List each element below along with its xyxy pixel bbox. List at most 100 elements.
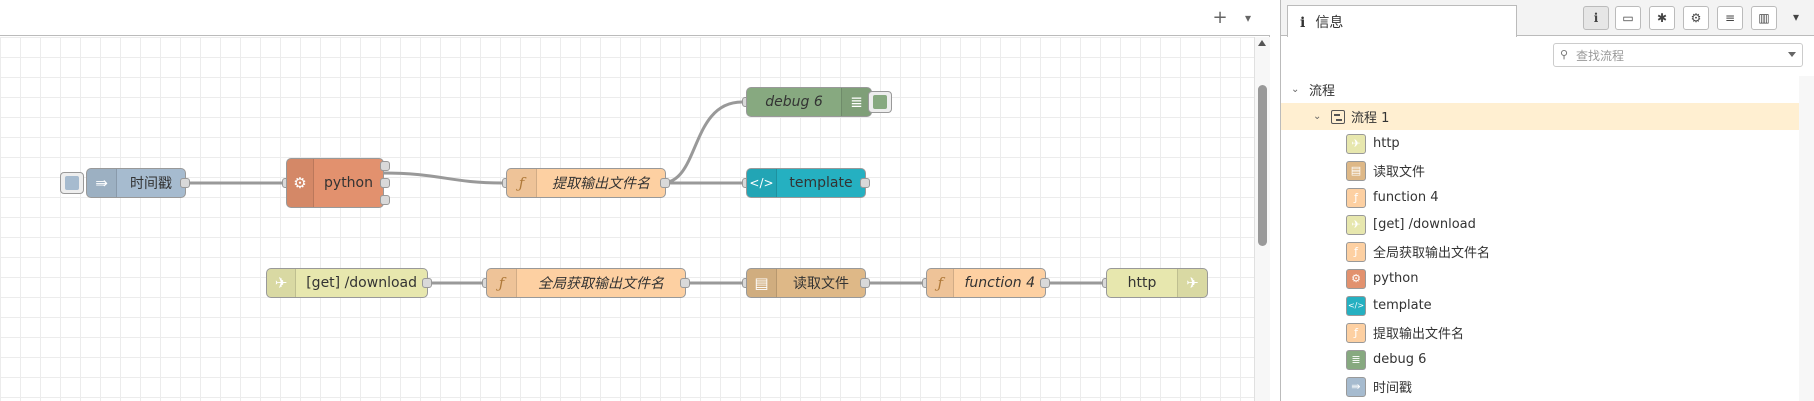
node-extract-filename[interactable]: ƒ 提取输出文件名 (506, 168, 666, 198)
flow-canvas[interactable]: ⇛ 时间戳 ⚙ python ƒ 提取输出文件名 debug 6 ≣ </> t… (0, 37, 1254, 401)
inject-icon: ⇛ (1346, 376, 1366, 397)
tree-node-item[interactable]: ⚙ python (1281, 265, 1814, 292)
tree-node-label: 提取输出文件名 (1373, 327, 1465, 342)
config-tab-button[interactable]: ⚙ (1683, 6, 1709, 30)
sidebar-tabs: i 信息 i ▭ ✱ ⚙ ≡ ▥ ▾ (1281, 0, 1814, 37)
chevron-down-icon[interactable]: ⌄ (1313, 111, 1323, 122)
flow-tree: ⌄ 流程 ⌄ 流程 1 ✈ http ▤ 读取文件 ƒ function 4 ✈ [get] … (1281, 76, 1814, 400)
template-icon: </> (1346, 295, 1366, 316)
function-icon: ƒ (1346, 322, 1366, 343)
info-icon: i (1300, 15, 1306, 31)
output-port[interactable] (680, 278, 690, 288)
function-icon: ƒ (927, 269, 955, 297)
tree-node-label: http (1373, 136, 1400, 151)
node-label: 全局获取输出文件名 (538, 276, 664, 292)
database-icon: ≡ (1724, 11, 1736, 25)
workspace: + ▾ ⇛ 时间戳 ⚙ python ƒ 提取输出文件名 debug 6 ≣ <… (0, 0, 1270, 401)
http-icon: ✈ (1346, 214, 1366, 235)
canvas-scrollbar[interactable] (1254, 37, 1270, 401)
output-port[interactable] (860, 178, 870, 188)
node-http-response[interactable]: http ✈ (1106, 268, 1208, 298)
debug-toggle-button[interactable] (868, 91, 892, 113)
node-timestamp[interactable]: ⇛ 时间戳 (86, 168, 186, 198)
wire[interactable] (661, 100, 743, 185)
tree-node-item[interactable]: </> template (1281, 292, 1814, 319)
dashboard-tab-button[interactable]: ▥ (1751, 6, 1777, 30)
output-port[interactable] (180, 178, 190, 188)
chevron-down-icon[interactable] (1788, 52, 1796, 57)
inject-trigger-button[interactable] (60, 172, 84, 194)
context-tab-button[interactable]: ≡ (1717, 6, 1743, 30)
tree-root[interactable]: ⌄ 流程 (1281, 76, 1814, 103)
sidebar-menu-button[interactable]: ▾ (1785, 6, 1807, 30)
flow-icon (1331, 109, 1345, 124)
add-flow-button[interactable]: + (1208, 6, 1232, 30)
function-icon: ƒ (487, 269, 517, 297)
tree-node-item[interactable]: ≣ debug 6 (1281, 346, 1814, 373)
node-label: 提取输出文件名 (552, 176, 650, 192)
node-label: python (324, 175, 373, 191)
file-icon: ▤ (747, 269, 777, 297)
function-icon: ƒ (1346, 241, 1366, 262)
node-read-file[interactable]: ▤ 读取文件 (746, 268, 866, 298)
wire[interactable] (381, 171, 503, 185)
tree-root-label: 流程 (1309, 84, 1336, 99)
output-port-3[interactable] (380, 195, 390, 205)
output-port[interactable] (660, 178, 670, 188)
gear-icon: ⚙ (1690, 11, 1702, 25)
search-icon: ⚲ (1560, 48, 1569, 61)
tree-flow-label: 流程 1 (1351, 111, 1390, 126)
node-global-get-filename[interactable]: ƒ 全局获取输出文件名 (486, 268, 686, 298)
inject-icon: ⇛ (87, 169, 117, 197)
tree-items: ✈ http ▤ 读取文件 ƒ function 4 ✈ [get] /download ƒ 全局… (1281, 130, 1814, 400)
bug-icon: ✱ (1656, 11, 1668, 25)
chevron-down-icon[interactable]: ⌄ (1291, 84, 1301, 95)
scroll-up-arrow[interactable] (1258, 40, 1266, 46)
sidebar-scrollbar[interactable] (1799, 76, 1814, 401)
node-label: [get] /download (306, 275, 417, 291)
help-tab-button[interactable]: ▭ (1615, 6, 1641, 30)
output-port[interactable] (422, 278, 432, 288)
output-port-1[interactable] (380, 161, 390, 171)
node-label: template (789, 175, 853, 191)
scroll-thumb[interactable] (1258, 85, 1267, 246)
node-label: function 4 (964, 275, 1035, 291)
debug-icon: ≣ (841, 88, 871, 116)
output-port-2[interactable] (380, 178, 390, 188)
tree-node-item[interactable]: ▤ 读取文件 (1281, 157, 1814, 184)
node-label: http (1127, 275, 1157, 291)
flow-list-menu-button[interactable]: ▾ (1236, 6, 1260, 30)
debug-tab-button[interactable]: ✱ (1649, 6, 1675, 30)
book-icon: ▭ (1622, 11, 1634, 25)
info-tab-button[interactable]: i (1583, 6, 1609, 30)
output-port[interactable] (860, 278, 870, 288)
output-port[interactable] (1040, 278, 1050, 288)
tree-node-item[interactable]: ✈ [get] /download (1281, 211, 1814, 238)
tree-node-item[interactable]: ƒ 提取输出文件名 (1281, 319, 1814, 346)
tree-node-label: function 4 (1373, 190, 1439, 205)
tree-node-label: 全局获取输出文件名 (1373, 246, 1491, 261)
tree-node-item[interactable]: ƒ 全局获取输出文件名 (1281, 238, 1814, 265)
node-function-4[interactable]: ƒ function 4 (926, 268, 1046, 298)
node-template[interactable]: </> template (746, 168, 866, 198)
sidebar: i 信息 i ▭ ✱ ⚙ ≡ ▥ ▾ ⚲ 查找流程 ⌄ 流程 ⌄ 流程 1 ✈ … (1280, 0, 1814, 401)
node-get-download[interactable]: ✈ [get] /download (266, 268, 428, 298)
tree-node-label: [get] /download (1373, 217, 1476, 232)
tree-flow-1[interactable]: ⌄ 流程 1 (1281, 103, 1814, 130)
tree-node-item[interactable]: ✈ http (1281, 130, 1814, 157)
search-input[interactable]: ⚲ 查找流程 (1553, 43, 1803, 67)
http-icon: ✈ (1346, 133, 1366, 154)
tab-info-label: 信息 (1315, 15, 1344, 31)
chevron-down-icon: ▾ (1792, 10, 1800, 24)
tree-node-item[interactable]: ⇛ 时间戳 (1281, 373, 1814, 400)
node-debug[interactable]: debug 6 ≣ (746, 87, 872, 117)
info-icon: i (1593, 11, 1599, 25)
tab-info[interactable]: i 信息 (1287, 5, 1517, 37)
http-icon: ✈ (1177, 269, 1207, 297)
node-python[interactable]: ⚙ python (286, 158, 384, 208)
tree-node-item[interactable]: ƒ function 4 (1281, 184, 1814, 211)
node-label: 时间戳 (130, 176, 172, 192)
function-icon: ƒ (1346, 187, 1366, 208)
search-placeholder: 查找流程 (1576, 49, 1625, 63)
tree-node-label: template (1373, 298, 1432, 313)
